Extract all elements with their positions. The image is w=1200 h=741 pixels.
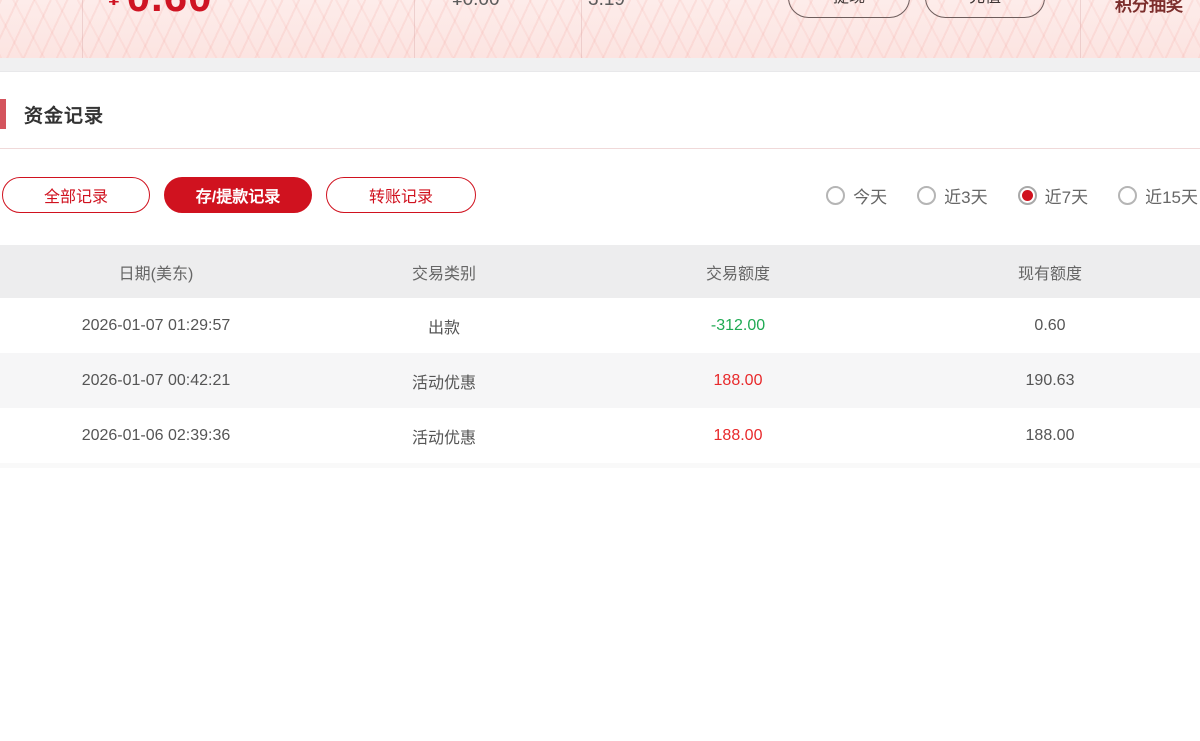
points-lottery-link[interactable]: 积分抽奖	[1115, 0, 1183, 16]
tab-deposit-withdraw-records[interactable]: 存/提款记录	[164, 177, 312, 213]
tab-transfer-records[interactable]: 转账记录	[326, 177, 476, 213]
secondary-balance: ¥0.00	[452, 0, 500, 11]
page-title: 资金记录	[24, 101, 104, 128]
header-date: 日期(美东)	[0, 260, 312, 284]
cell-date: 2026-01-07 00:42:21	[0, 372, 312, 390]
radio-today[interactable]: 今天	[826, 183, 887, 208]
table-row: 2026-01-06 02:39:36 活动优惠 188.00 188.00	[0, 408, 1200, 463]
cell-type: 活动优惠	[312, 424, 576, 448]
radio-last-7-days[interactable]: 近7天	[1018, 183, 1088, 208]
yen-symbol: ¥	[108, 0, 121, 10]
radio-label: 近3天	[944, 183, 987, 208]
radio-last-15-days[interactable]: 近15天	[1118, 183, 1198, 208]
section-header: 资金记录	[0, 99, 104, 129]
radio-last-3-days[interactable]: 近3天	[917, 183, 987, 208]
cell-type: 活动优惠	[312, 369, 576, 393]
recharge-button[interactable]: 充值	[925, 0, 1045, 18]
tertiary-value: 3.19	[588, 0, 625, 11]
cell-amount: -312.00	[576, 317, 900, 335]
radio-icon	[826, 186, 845, 205]
radio-label: 近15天	[1145, 183, 1198, 208]
tab-all-records[interactable]: 全部记录	[2, 177, 150, 213]
records-table: 日期(美东) 交易类别 交易额度 现有额度 2026-01-07 01:29:5…	[0, 245, 1200, 468]
radio-selected-icon	[1018, 186, 1037, 205]
table-tail-strip	[0, 463, 1200, 468]
banner-divider	[82, 0, 83, 58]
table-header-row: 日期(美东) 交易类别 交易额度 现有额度	[0, 245, 1200, 298]
title-accent-bar	[0, 99, 6, 129]
header-type: 交易类别	[312, 260, 576, 284]
cell-amount: 188.00	[576, 372, 900, 390]
radio-icon	[1118, 186, 1137, 205]
date-range-group: 今天 近3天 近7天 近15天	[826, 177, 1198, 213]
banner-divider	[581, 0, 582, 58]
header-amount: 交易额度	[576, 260, 900, 284]
cell-date: 2026-01-07 01:29:57	[0, 317, 312, 335]
funds-record-page: ¥0.60 ¥0.00 3.19 提现 充值 积分抽奖 资金记录 全部记录 存/…	[0, 0, 1200, 741]
radio-icon	[917, 186, 936, 205]
radio-label: 今天	[853, 183, 887, 208]
main-balance-value: 0.60	[127, 0, 213, 20]
cell-balance: 0.60	[900, 317, 1200, 335]
cell-type: 出款	[312, 314, 576, 338]
cell-date: 2026-01-06 02:39:36	[0, 427, 312, 445]
banner-divider	[1080, 0, 1081, 58]
header-balance: 现有额度	[900, 260, 1200, 284]
table-row: 2026-01-07 01:29:57 出款 -312.00 0.60	[0, 298, 1200, 353]
main-balance: ¥0.60	[108, 0, 212, 21]
withdraw-button[interactable]: 提现	[788, 0, 910, 18]
cell-amount: 188.00	[576, 427, 900, 445]
cell-balance: 190.63	[900, 372, 1200, 390]
section-divider	[0, 148, 1200, 149]
cell-balance: 188.00	[900, 427, 1200, 445]
wallet-banner: ¥0.60 ¥0.00 3.19 提现 充值 积分抽奖	[0, 0, 1200, 58]
table-row: 2026-01-07 00:42:21 活动优惠 188.00 190.63	[0, 353, 1200, 408]
banner-divider	[414, 0, 415, 58]
filter-row: 全部记录 存/提款记录 转账记录 今天 近3天 近7天 近15天	[0, 177, 1200, 213]
card-gap-band	[0, 58, 1200, 72]
radio-label: 近7天	[1045, 183, 1088, 208]
